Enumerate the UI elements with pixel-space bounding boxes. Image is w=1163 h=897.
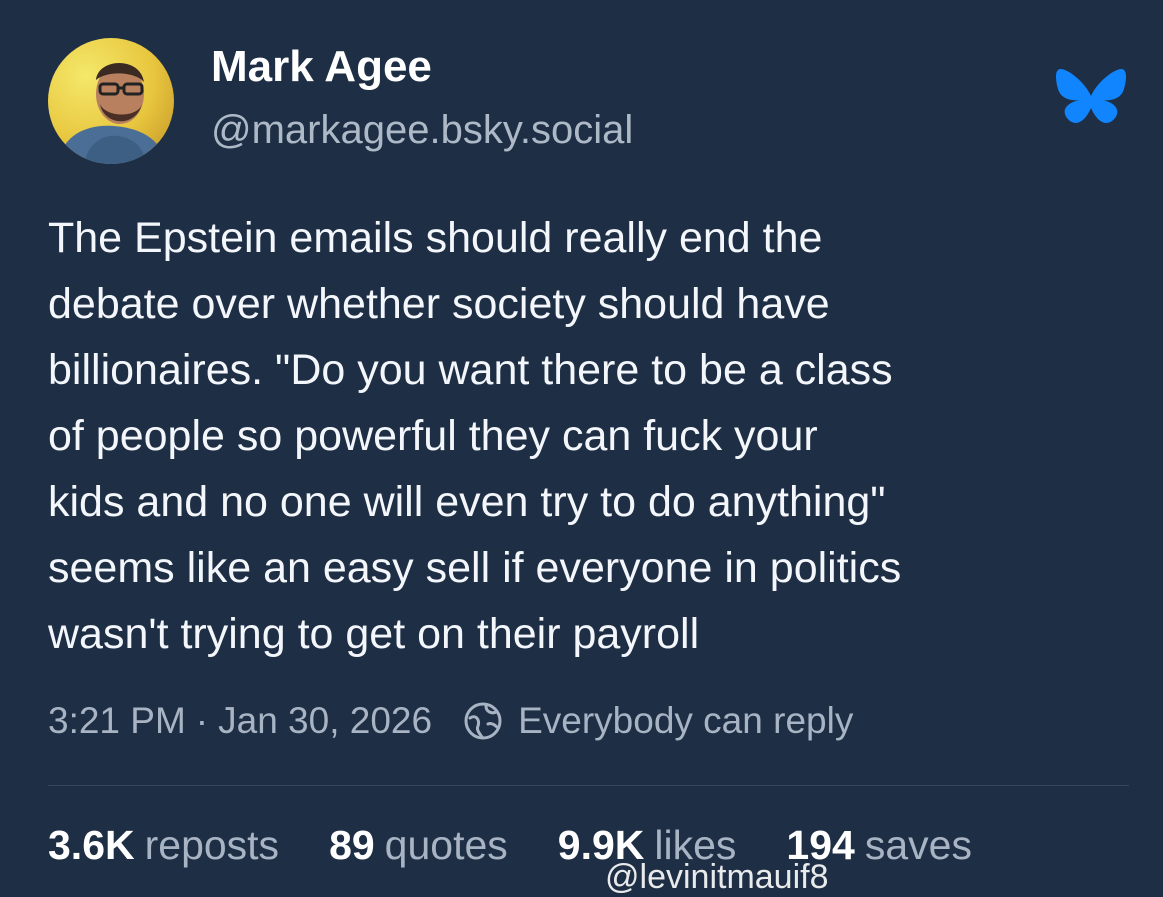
author-avatar[interactable] <box>48 38 174 164</box>
stat-label: reposts <box>144 822 280 868</box>
stat-label: saves <box>864 822 972 868</box>
post-text-line: billionaires. "Do you want there to be a… <box>48 346 893 394</box>
engagement-stats: 3.6K reposts 89 quotes 9.9K likes 194 saves <box>48 822 972 869</box>
avatar-photo <box>48 38 174 164</box>
stat-reposts[interactable]: 3.6K reposts <box>48 822 279 869</box>
post-text-line: The Epstein emails should really end the <box>48 214 823 262</box>
divider <box>48 785 1129 786</box>
post-text-line: debate over whether society should have <box>48 280 830 328</box>
globe-icon <box>462 700 504 742</box>
post-text-line: kids and no one will even try to do anyt… <box>48 478 886 526</box>
post-body: The Epstein emails should really end the… <box>48 205 1138 667</box>
post-text-line: of people so powerful they can fuck your <box>48 412 818 460</box>
bluesky-post-card: Mark Agee @markagee.bsky.social The Epst… <box>0 0 1163 896</box>
post-time[interactable]: 3:21 PM <box>48 700 186 742</box>
stat-label: quotes <box>384 822 508 868</box>
author-name[interactable]: Mark Agee <box>211 42 432 92</box>
post-meta: 3:21 PM · Jan 30, 2026 Everybody can rep… <box>48 700 853 742</box>
stat-quotes[interactable]: 89 quotes <box>329 822 508 869</box>
author-handle[interactable]: @markagee.bsky.social <box>211 108 633 153</box>
bluesky-butterfly-icon[interactable] <box>1055 66 1127 132</box>
globe-shape <box>464 702 502 740</box>
post-text-line: seems like an easy sell if everyone in p… <box>48 544 902 592</box>
post-text-line: wasn't trying to get on their payroll <box>48 610 700 658</box>
meta-separator: · <box>195 700 209 741</box>
stat-value: 3.6K <box>48 822 135 868</box>
watermark: @levinitmauif8 <box>605 858 829 896</box>
reply-setting-label: Everybody can reply <box>518 700 854 741</box>
stat-value: 89 <box>329 822 375 868</box>
post-date[interactable]: Jan 30, 2026 <box>218 700 432 742</box>
butterfly-shape <box>1056 68 1126 123</box>
